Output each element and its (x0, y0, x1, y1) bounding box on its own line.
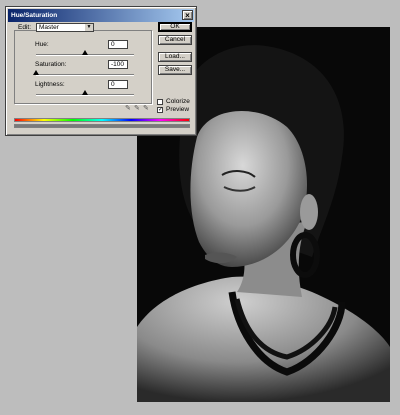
adjusted-spectrum-bar (14, 124, 190, 128)
close-icon[interactable]: × (182, 10, 193, 20)
dialog-titlebar[interactable]: Hue/Saturation × (8, 9, 194, 22)
lightness-slider-thumb[interactable] (82, 90, 88, 95)
lightness-input[interactable]: 0 (108, 80, 128, 89)
saturation-slider-thumb[interactable] (33, 70, 39, 75)
colorize-checkbox[interactable] (157, 99, 163, 105)
eyedropper-minus-icon[interactable]: ✎ (143, 105, 150, 112)
load-button[interactable]: Load... (158, 52, 192, 62)
hue-saturation-dialog: Hue/Saturation × Edit: Master ▼ Hue: 0 S… (5, 6, 197, 136)
hue-slider-thumb[interactable] (82, 50, 88, 55)
lightness-label: Lightness: (35, 81, 65, 88)
hue-spectrum-bar (14, 118, 190, 122)
chevron-down-icon[interactable]: ▼ (85, 24, 93, 31)
eyedropper-icon[interactable]: ✎ (125, 105, 132, 112)
saturation-slider-track[interactable] (36, 74, 134, 75)
preview-label: Preview (166, 106, 190, 113)
ok-button[interactable]: OK (158, 22, 192, 32)
edit-dropdown-value: Master (39, 24, 59, 31)
hue-input[interactable]: 0 (108, 40, 128, 49)
preview-checkbox[interactable]: ✓ (157, 107, 163, 113)
save-button[interactable]: Save... (158, 65, 192, 75)
saturation-label: Saturation: (35, 61, 67, 68)
edit-dropdown[interactable]: Master ▼ (36, 23, 94, 32)
cancel-button[interactable]: Cancel (158, 35, 192, 45)
hue-label: Hue: (35, 41, 49, 48)
saturation-input[interactable]: -100 (108, 60, 128, 69)
dialog-title: Hue/Saturation (11, 12, 58, 19)
colorize-label: Colorize (166, 98, 190, 105)
eyedropper-plus-icon[interactable]: ✎ (134, 105, 141, 112)
edit-label: Edit: (18, 24, 32, 31)
